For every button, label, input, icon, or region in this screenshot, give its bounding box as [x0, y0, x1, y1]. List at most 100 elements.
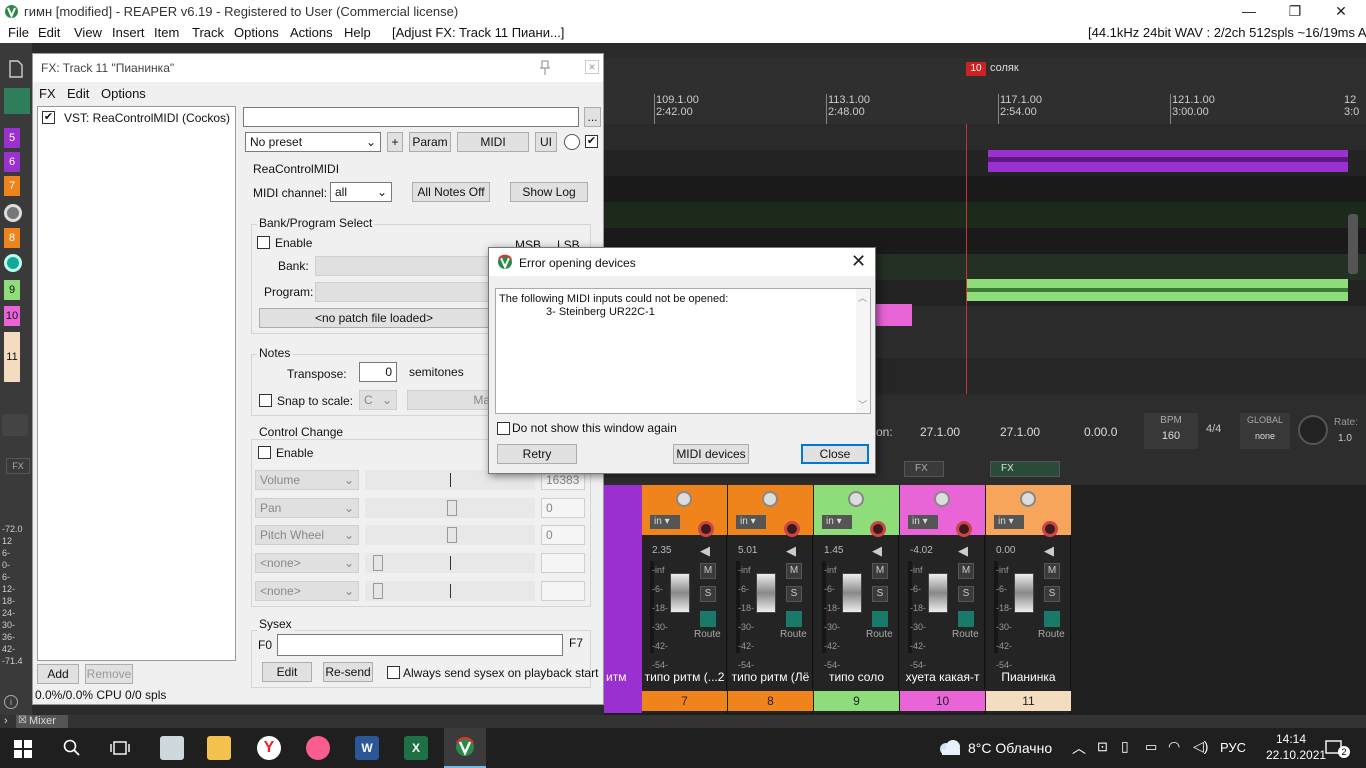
fx-menu-options[interactable]: Options — [101, 86, 146, 101]
search-icon[interactable] — [63, 739, 81, 757]
more-button[interactable]: ... — [584, 107, 601, 127]
bank-enable-checkbox[interactable] — [257, 236, 270, 249]
cc-value-input[interactable]: 0 — [541, 525, 585, 545]
track-num-11[interactable]: 11 — [4, 332, 20, 382]
route-icon[interactable] — [872, 611, 888, 627]
mute-button[interactable]: M — [872, 563, 888, 579]
pan-knob[interactable] — [870, 521, 886, 537]
pin-icon[interactable] — [539, 60, 551, 76]
cc-value-slider[interactable] — [365, 525, 535, 545]
sysex-resend-button[interactable]: Re-send — [323, 662, 373, 682]
always-send-checkbox[interactable] — [387, 666, 400, 679]
volume-fader[interactable] — [842, 573, 862, 613]
position-value[interactable]: 27.1.00 — [920, 425, 960, 439]
minimize-button[interactable]: — — [1226, 0, 1272, 23]
track-num-7[interactable]: 7 — [4, 176, 20, 196]
track-num-8[interactable]: 8 — [4, 228, 20, 248]
pan-knob[interactable] — [698, 521, 714, 537]
cc-type-dropdown[interactable]: Volume ⌄ — [255, 470, 359, 490]
track-lane[interactable] — [604, 124, 1366, 150]
media-item-pink[interactable] — [876, 304, 912, 326]
mute-button[interactable]: M — [700, 563, 716, 579]
selection-length[interactable]: 0.00.0 — [1084, 425, 1117, 439]
track-lane[interactable] — [604, 202, 1366, 228]
strip-number[interactable]: 11 — [986, 691, 1071, 711]
volume-fader[interactable] — [1014, 573, 1034, 613]
retry-button[interactable]: Retry — [497, 444, 577, 464]
windows-start-icon[interactable] — [14, 740, 32, 758]
excel-icon[interactable]: X — [404, 736, 428, 760]
strip-name[interactable]: типо ритм (...2 — [642, 670, 727, 684]
input-select[interactable]: in ▾ — [650, 515, 680, 529]
cc-value-input[interactable] — [541, 553, 585, 573]
strip-name[interactable]: Пианинка — [986, 670, 1071, 684]
strip-number[interactable]: 10 — [900, 691, 985, 711]
mute-button[interactable]: M — [958, 563, 974, 579]
word-icon[interactable]: W — [355, 736, 379, 760]
all-notes-off-button[interactable]: All Notes Off — [412, 182, 490, 202]
mixer-strip-partial[interactable]: итм — [604, 485, 642, 713]
volume-fader[interactable] — [670, 573, 690, 613]
selection-start[interactable]: 27.1.00 — [1000, 425, 1040, 439]
route-icon[interactable] — [1044, 611, 1060, 627]
menu-insert[interactable]: Insert — [112, 25, 145, 40]
dialog-close-icon[interactable]: ✕ — [851, 251, 866, 272]
strip-number[interactable]: 7 — [642, 691, 727, 711]
menu-track[interactable]: Track — [192, 25, 224, 40]
fx-button[interactable]: FX — [904, 461, 944, 477]
midi-channel-dropdown[interactable]: all ⌄ — [330, 182, 392, 202]
bpm-box[interactable]: BPM 160 — [1144, 413, 1198, 449]
solo-button[interactable]: S — [786, 586, 802, 602]
weather-cloud-icon[interactable] — [938, 738, 962, 756]
solo-button[interactable]: S — [872, 586, 888, 602]
vertical-scrollbar[interactable] — [1348, 214, 1358, 274]
pan-knob[interactable] — [784, 521, 800, 537]
mixer-strip[interactable]: in ▾ -4.02 ◀ -inf -6- -18- -30- -42- -54- M S Route… — [900, 485, 985, 713]
rate-knob[interactable] — [1298, 415, 1328, 445]
maximize-button[interactable]: ❐ — [1272, 0, 1318, 23]
chevron-up-icon[interactable]: ︿ — [1072, 738, 1086, 758]
snap-checkbox[interactable] — [259, 394, 272, 407]
wet-knob[interactable] — [564, 134, 580, 150]
input-select[interactable]: in ▾ — [908, 515, 938, 529]
strip-number[interactable]: 8 — [728, 691, 813, 711]
cc-value-input[interactable]: 0 — [541, 498, 585, 518]
clock[interactable]: 14:14 22.10.2021 — [1266, 731, 1326, 763]
track-num-6[interactable]: 6 — [4, 152, 20, 172]
menu-edit[interactable]: Edit — [38, 25, 60, 40]
playrate-global[interactable]: GLOBAL none — [1240, 413, 1290, 449]
fx-preset-name-field[interactable] — [243, 107, 579, 127]
input-select[interactable]: in ▾ — [994, 515, 1024, 529]
cc-type-dropdown[interactable]: Pan ⌄ — [255, 498, 359, 518]
speaker-icon[interactable]: ◀ — [872, 543, 882, 559]
solo-button[interactable]: S — [700, 586, 716, 602]
speaker-icon[interactable]: ◀ — [958, 543, 968, 559]
cc-value-input[interactable] — [541, 581, 585, 601]
cc-value-slider[interactable] — [365, 581, 535, 601]
speaker-icon[interactable]: ◀ — [1044, 543, 1054, 559]
midi-button[interactable]: MIDI — [457, 132, 529, 152]
volume-fader[interactable] — [928, 573, 948, 613]
cc-enable-checkbox[interactable] — [258, 446, 271, 459]
bypass-checkbox[interactable]: ✔ — [585, 135, 598, 148]
input-select[interactable]: in ▾ — [822, 515, 852, 529]
strip-name[interactable]: хуета какая-т — [900, 670, 985, 684]
info-icon[interactable]: i — [4, 695, 18, 709]
patch-file-button[interactable]: <no patch file loaded> — [259, 308, 489, 328]
strip-name[interactable]: типо соло — [814, 670, 899, 684]
fx-enable-checkbox[interactable]: ✔ — [42, 111, 55, 124]
route-icon[interactable] — [700, 611, 716, 627]
ui-button[interactable]: UI — [535, 132, 557, 152]
add-preset-button[interactable]: + — [387, 132, 403, 152]
cc-type-dropdown[interactable]: Pitch Wheel ⌄ — [255, 525, 359, 545]
dont-show-checkbox[interactable] — [497, 422, 510, 435]
menu-actions[interactable]: Actions — [290, 25, 333, 40]
preset-dropdown[interactable]: No preset ⌄ — [245, 132, 381, 152]
wifi-icon[interactable]: ◠ — [1168, 738, 1180, 755]
master-fx-button[interactable]: FX — [6, 458, 30, 474]
reaper-taskbar-button[interactable] — [444, 728, 486, 768]
add-fx-button[interactable]: Add — [37, 664, 79, 684]
battery-icon[interactable]: ▯ — [1121, 738, 1129, 755]
mute-button[interactable]: M — [1044, 563, 1060, 579]
fx-list-item[interactable]: VST: ReaControlMIDI (Cockos) — [64, 111, 230, 125]
